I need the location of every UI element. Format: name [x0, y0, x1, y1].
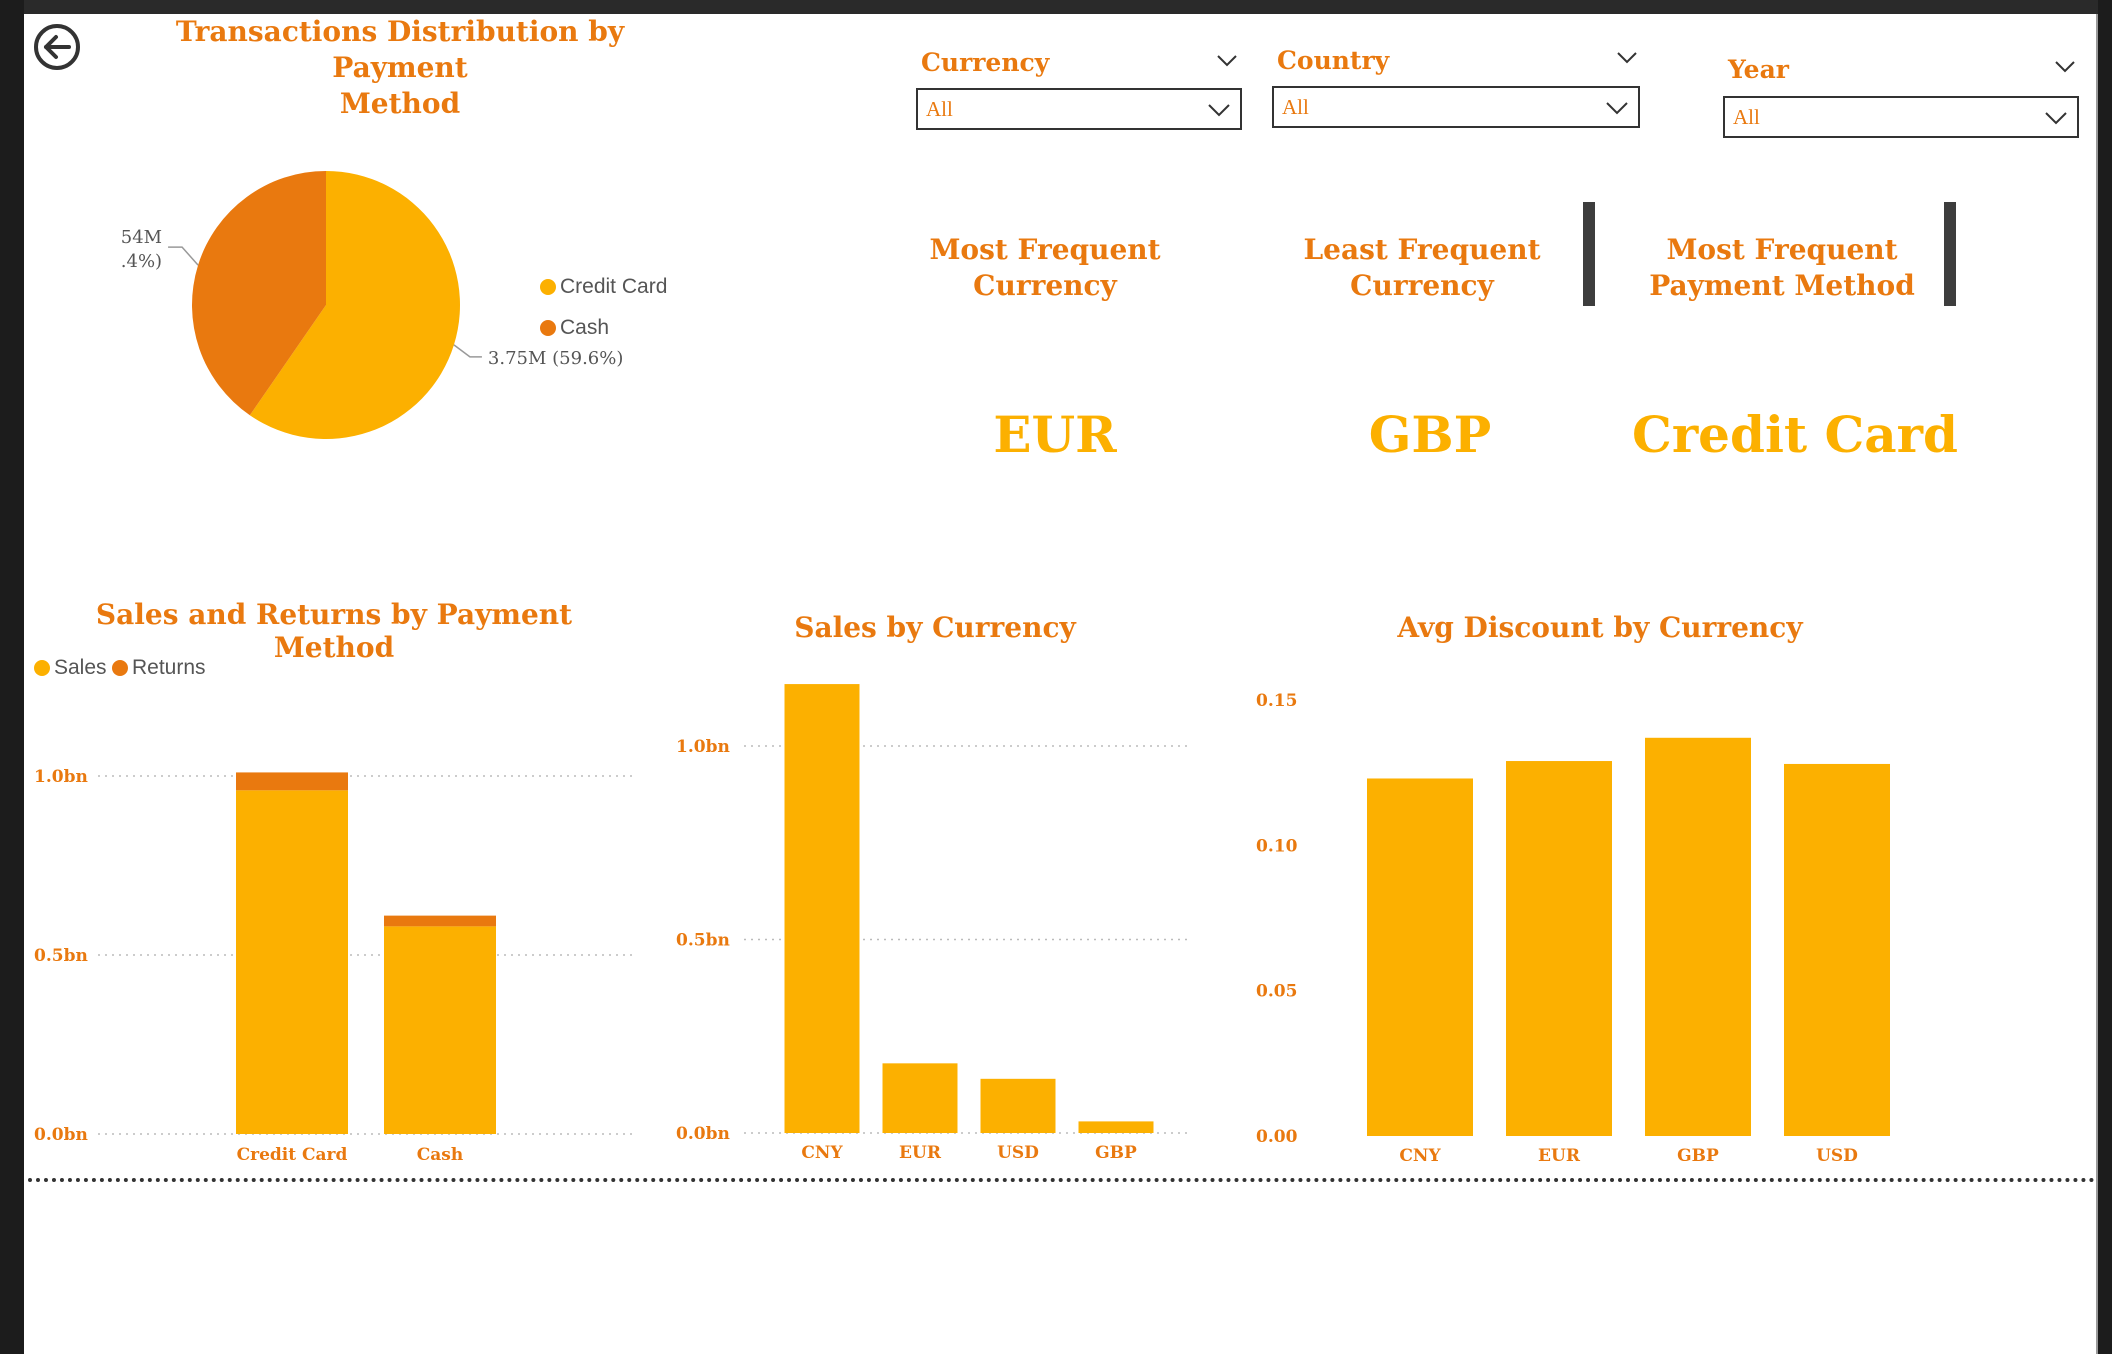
- bar-returns-credit-card[interactable]: [236, 772, 348, 791]
- legend-label-cash: Cash: [560, 316, 610, 339]
- currency-slicer-label: Currency: [921, 48, 1050, 77]
- window-top-strip: [0, 0, 2112, 14]
- bar-cny[interactable]: [784, 684, 860, 1133]
- card-most-frequent-payment-method-value: Credit Card: [1632, 405, 1958, 464]
- pie-chart: 3.75M (59.6%) 2.54M (40.4%): [120, 171, 623, 439]
- legend-swatch-credit-card: [540, 279, 556, 295]
- bar-eur[interactable]: [882, 1063, 958, 1133]
- bar-usd[interactable]: [1784, 763, 1890, 1136]
- pie-legend-item-cash[interactable]: Cash: [540, 316, 609, 340]
- pie-chart-title-line1: Transactions Distribution by Payment: [175, 15, 625, 84]
- bar-sales-credit-card[interactable]: [236, 790, 348, 1134]
- card-least-frequent-currency-title: Least Frequent Currency: [1262, 232, 1582, 304]
- pie-chart-title-line2: Method: [339, 87, 461, 120]
- year-dropdown[interactable]: All: [1723, 96, 2079, 138]
- legend-label-returns: Returns: [132, 656, 206, 679]
- bar-returns-cash[interactable]: [384, 915, 496, 927]
- legend-label-sales: Sales: [54, 656, 107, 679]
- pie-data-label-credit-card: 3.75M (59.6%): [488, 348, 623, 369]
- legend-swatch-sales: [34, 660, 50, 676]
- card-least-frequent-currency-value: GBP: [1368, 405, 1492, 464]
- legend-item-sales[interactable]: Sales: [34, 656, 107, 680]
- card-divider: [1583, 202, 1595, 306]
- y-tick-label: 0.15: [1256, 691, 1297, 711]
- pie-leader-line: [453, 344, 482, 358]
- country-dropdown-value: All: [1282, 95, 1309, 119]
- pie-leader-line: [168, 246, 199, 266]
- x-tick-label-usd: USD: [1816, 1146, 1858, 1166]
- x-tick-label-cny: CNY: [801, 1143, 843, 1163]
- card-most-frequent-currency-value: EUR: [993, 405, 1117, 464]
- year-slicer-label: Year: [1728, 55, 1789, 84]
- card-title-line2: Currency: [973, 269, 1117, 302]
- bar-gbp[interactable]: [1078, 1121, 1154, 1133]
- currency-dropdown-value: All: [926, 97, 953, 121]
- y-tick-label: 1.0bn: [676, 737, 730, 757]
- avg-discount-bar-chart: 0.00 0.05 0.10 0.15 CNY EUR GBP USD: [1256, 691, 1890, 1166]
- pie-chart-title: Transactions Distribution by Payment Met…: [120, 14, 680, 122]
- bar-eur[interactable]: [1506, 761, 1612, 1136]
- sales-returns-bar-chart: 0.0bn 0.5bn 1.0bn Credit Card Cash: [34, 767, 634, 1165]
- card-title-line2: Currency: [1350, 269, 1494, 302]
- y-tick-label: 0.0bn: [34, 1125, 88, 1145]
- country-slicer-collapse-icon[interactable]: [1615, 51, 1639, 65]
- y-tick-label: 0.00: [1256, 1127, 1298, 1147]
- legend-label-credit-card: Credit Card: [560, 275, 668, 298]
- x-tick-label-gbp: GBP: [1095, 1143, 1137, 1163]
- y-tick-label: 0.5bn: [676, 931, 730, 951]
- country-dropdown[interactable]: All: [1272, 86, 1640, 128]
- y-tick-label: 1.0bn: [34, 767, 88, 787]
- sales-by-currency-bar-chart: 0.0bn 0.5bn 1.0bn CNY EUR USD GBP: [676, 684, 1192, 1163]
- currency-slicer-collapse-icon[interactable]: [1215, 54, 1239, 68]
- section-divider: [28, 1178, 2096, 1182]
- pie-data-label-percent-cash: (40.4%): [120, 251, 162, 272]
- bar-usd[interactable]: [980, 1078, 1056, 1133]
- legend-swatch-cash: [540, 320, 556, 336]
- x-tick-label-eur: EUR: [899, 1143, 942, 1163]
- pie-data-label-cash: 2.54M: [120, 227, 162, 248]
- bar-cny[interactable]: [1367, 778, 1473, 1136]
- sales-by-currency-chart-title: Sales by Currency: [794, 611, 1076, 644]
- x-tick-label-cash: Cash: [417, 1145, 463, 1165]
- legend-item-returns[interactable]: Returns: [112, 656, 206, 680]
- legend-swatch-returns: [112, 660, 128, 676]
- y-tick-label: 0.0bn: [676, 1124, 730, 1144]
- country-slicer-label: Country: [1277, 46, 1390, 75]
- x-tick-label-cny: CNY: [1399, 1146, 1441, 1166]
- window-left-strip: [0, 0, 24, 1354]
- sales-returns-chart-title: Sales and Returns by Payment Method: [95, 598, 573, 664]
- card-most-frequent-currency-title: Most Frequent Currency: [885, 232, 1205, 304]
- back-arrow-icon: [34, 24, 80, 70]
- pie-legend-item-credit-card[interactable]: Credit Card: [540, 275, 667, 299]
- year-dropdown-value: All: [1733, 105, 1760, 129]
- x-tick-label-usd: USD: [997, 1143, 1039, 1163]
- chevron-down-icon: [2045, 112, 2067, 125]
- y-tick-label: 0.05: [1256, 982, 1297, 1002]
- x-tick-label-gbp: GBP: [1677, 1146, 1719, 1166]
- bar-sales-cash[interactable]: [384, 926, 496, 1134]
- avg-discount-chart-title: Avg Discount by Currency: [1397, 611, 1803, 644]
- card-title-line1: Most Frequent: [1666, 233, 1898, 266]
- window-right-strip: [2098, 0, 2112, 1354]
- card-divider: [1944, 202, 1956, 306]
- bar-gbp[interactable]: [1645, 737, 1751, 1136]
- x-tick-label-eur: EUR: [1538, 1146, 1581, 1166]
- currency-dropdown[interactable]: All: [916, 88, 1242, 130]
- card-title-line1: Most Frequent: [929, 233, 1161, 266]
- y-tick-label: 0.5bn: [34, 946, 88, 966]
- card-most-frequent-payment-method-title: Most Frequent Payment Method: [1622, 232, 1942, 304]
- chevron-down-icon: [1606, 102, 1628, 115]
- year-slicer-collapse-icon[interactable]: [2053, 60, 2077, 74]
- x-tick-label-credit-card: Credit Card: [237, 1145, 348, 1165]
- y-tick-label: 0.10: [1256, 836, 1298, 856]
- card-title-line1: Least Frequent: [1303, 233, 1541, 266]
- chevron-down-icon: [1208, 104, 1230, 117]
- back-button[interactable]: [32, 22, 82, 72]
- card-title-line2: Payment Method: [1649, 269, 1915, 302]
